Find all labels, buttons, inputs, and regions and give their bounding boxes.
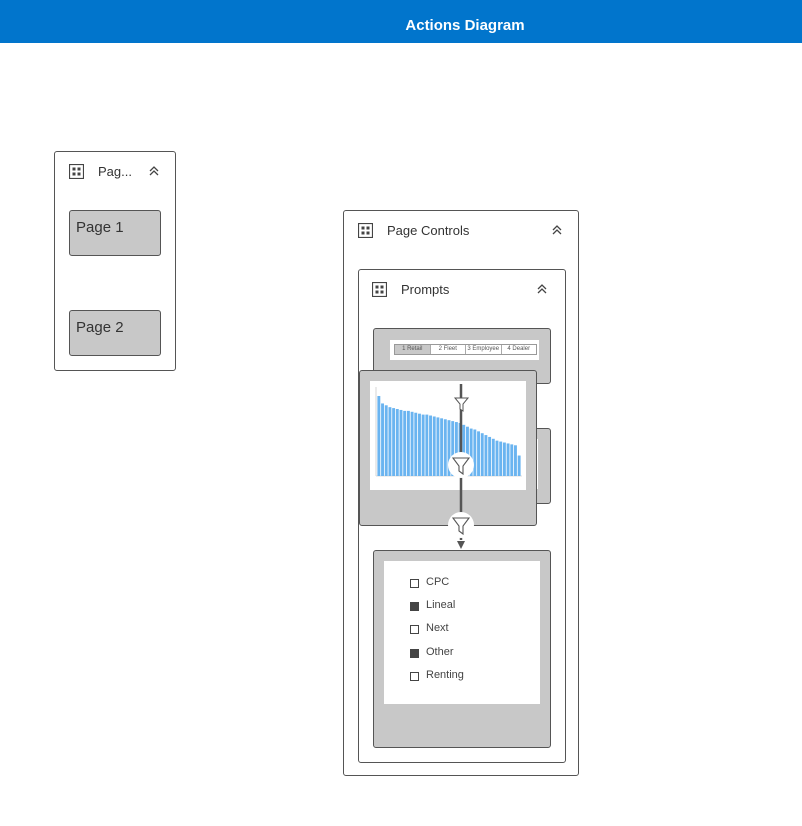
page-1-label: Page 1 bbox=[76, 219, 124, 236]
legend-label: Lineal bbox=[426, 599, 456, 611]
legend-label: Renting bbox=[426, 669, 464, 681]
checkbox[interactable] bbox=[410, 579, 419, 588]
chart-bar[interactable] bbox=[473, 429, 477, 476]
app-header: Actions Diagram bbox=[0, 0, 802, 43]
legend-label: Next bbox=[426, 622, 449, 634]
chart-bar[interactable] bbox=[458, 422, 462, 476]
grid-icon bbox=[358, 223, 373, 238]
chart-bar[interactable] bbox=[425, 414, 429, 476]
tab-employee[interactable]: 3 Employee bbox=[466, 345, 502, 354]
chart-bar[interactable] bbox=[514, 445, 517, 476]
chart-card[interactable] bbox=[359, 370, 537, 526]
chart-bar[interactable] bbox=[429, 415, 432, 476]
prompts-panel: Prompts 1 Retail 2 Fleet 3 Employee 4 De… bbox=[358, 269, 566, 763]
chart-bar[interactable] bbox=[506, 443, 510, 476]
chart-bar[interactable] bbox=[384, 405, 388, 476]
chart-bar[interactable] bbox=[477, 431, 480, 476]
chart-bar[interactable] bbox=[517, 455, 521, 476]
bar-chart bbox=[370, 381, 526, 490]
chart-bar[interactable] bbox=[432, 416, 436, 476]
grid-icon bbox=[372, 282, 387, 297]
legend-filter: CPC Lineal Next Other Renting bbox=[384, 561, 540, 704]
chart-bar[interactable] bbox=[381, 403, 384, 476]
chart-bar[interactable] bbox=[440, 418, 444, 476]
chart-bar[interactable] bbox=[466, 426, 469, 476]
chart-bar[interactable] bbox=[392, 408, 396, 476]
chart-bar[interactable] bbox=[410, 411, 414, 476]
collapse-icon[interactable] bbox=[536, 283, 548, 295]
collapse-icon[interactable] bbox=[148, 165, 160, 177]
chart-bar[interactable] bbox=[406, 410, 410, 476]
tab-fleet[interactable]: 2 Fleet bbox=[431, 345, 466, 354]
chart-bar[interactable] bbox=[447, 420, 451, 476]
chart-bar[interactable] bbox=[377, 396, 381, 476]
chart-bar[interactable] bbox=[510, 444, 514, 476]
chart-bar[interactable] bbox=[484, 435, 488, 476]
grid-icon bbox=[69, 164, 84, 179]
legend-label: Other bbox=[426, 646, 454, 658]
chart-bar[interactable] bbox=[388, 407, 392, 476]
chart-bar[interactable] bbox=[443, 419, 447, 476]
chart-bar[interactable] bbox=[454, 422, 458, 476]
checkbox[interactable] bbox=[410, 672, 419, 681]
chart-bar[interactable] bbox=[491, 438, 495, 476]
pages-panel: Pag... Page 1 Page 2 bbox=[54, 151, 176, 371]
chart-bar[interactable] bbox=[480, 433, 484, 476]
page-controls-header[interactable]: Page Controls bbox=[344, 211, 578, 249]
tab-dealer[interactable]: 4 Dealer bbox=[502, 345, 537, 354]
pages-panel-title: Pag... bbox=[98, 164, 132, 179]
bar-chart-svg bbox=[375, 387, 522, 477]
chart-bar[interactable] bbox=[414, 412, 418, 476]
chart-bar[interactable] bbox=[403, 410, 407, 476]
chart-bar[interactable] bbox=[421, 414, 425, 476]
tab-retail[interactable]: 1 Retail bbox=[395, 345, 431, 354]
page-1-button[interactable]: Page 1 bbox=[69, 210, 161, 256]
page-2-button[interactable]: Page 2 bbox=[69, 310, 161, 356]
chart-bar[interactable] bbox=[418, 413, 421, 476]
chart-bar[interactable] bbox=[499, 441, 503, 476]
page-controls-panel: Page Controls Prompts 1 Retail 2 Fleet 3… bbox=[343, 210, 579, 776]
chart-bar[interactable] bbox=[451, 421, 455, 476]
checkbox[interactable] bbox=[410, 649, 419, 658]
legend-card[interactable]: CPC Lineal Next Other Renting bbox=[373, 550, 551, 748]
page-2-label: Page 2 bbox=[76, 319, 124, 336]
prompts-title: Prompts bbox=[401, 282, 450, 297]
chart-bar[interactable] bbox=[462, 424, 466, 476]
pages-panel-header[interactable]: Pag... bbox=[55, 152, 175, 190]
collapse-icon[interactable] bbox=[551, 224, 563, 236]
chart-bar[interactable] bbox=[469, 428, 473, 476]
prompts-header[interactable]: Prompts bbox=[359, 270, 565, 308]
chart-bar[interactable] bbox=[488, 436, 492, 476]
chart-bar[interactable] bbox=[495, 440, 499, 476]
page-controls-title: Page Controls bbox=[387, 223, 470, 238]
checkbox[interactable] bbox=[410, 602, 419, 611]
chart-bar[interactable] bbox=[395, 409, 399, 476]
segment-tabs: 1 Retail 2 Fleet 3 Employee 4 Dealer bbox=[390, 340, 539, 360]
page-title: Actions Diagram bbox=[405, 17, 525, 34]
legend-label: CPC bbox=[426, 576, 450, 588]
chart-bar[interactable] bbox=[436, 417, 440, 476]
chart-bar[interactable] bbox=[399, 409, 403, 476]
checkbox[interactable] bbox=[410, 625, 419, 634]
chart-bar[interactable] bbox=[502, 442, 506, 476]
